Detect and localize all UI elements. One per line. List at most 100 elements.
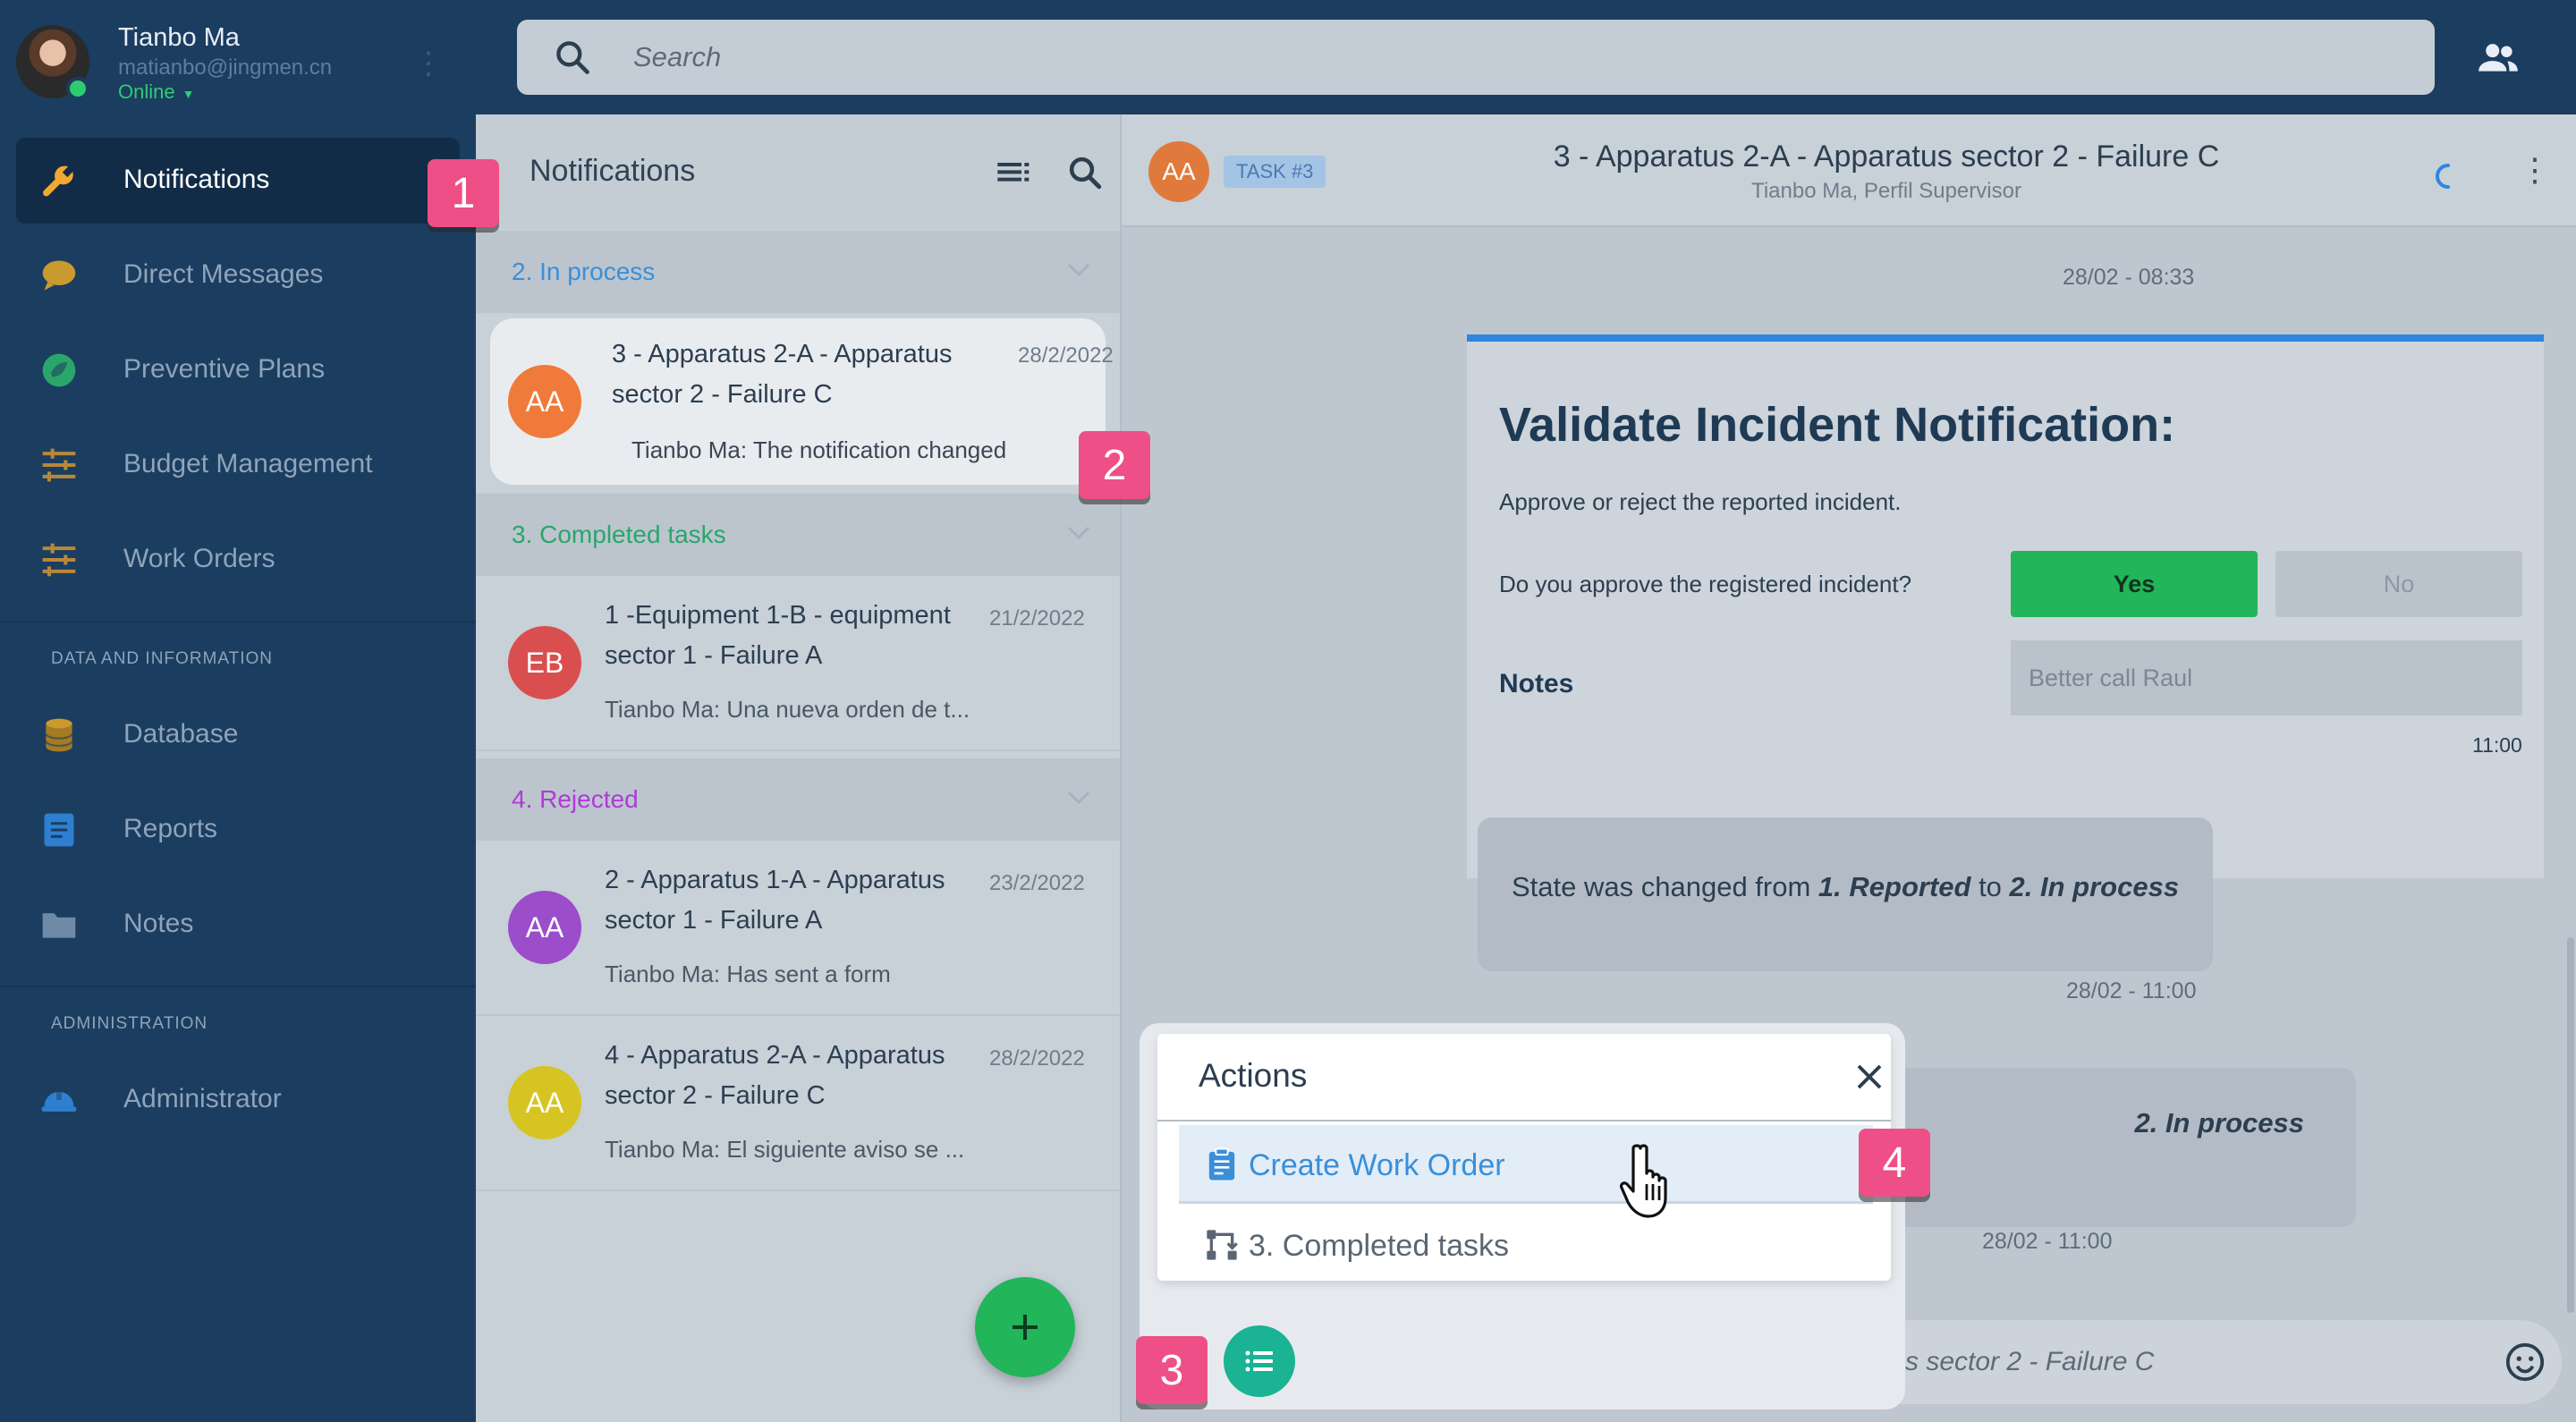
notification-preview: Tianbo Ma: Has sent a form — [605, 961, 891, 987]
state-to: 2. In process — [2009, 871, 2180, 902]
database-icon — [45, 718, 73, 752]
sidebar-item-label: Work Orders — [123, 544, 275, 573]
sidebar-item-preventive-plans[interactable]: Preventive Plans — [16, 327, 460, 413]
user-email: matianbo@jingmen.cn — [118, 55, 333, 80]
list-item[interactable]: AA 3 - Apparatus 2-A - Apparatus sector … — [490, 318, 1114, 485]
list-item[interactable]: EB 1 -Equipment 1-B - equipment sector 1… — [476, 576, 1120, 751]
notification-date: 23/2/2022 — [989, 871, 1085, 895]
group-label: 2. In process — [512, 258, 656, 285]
group-label: 3. Completed tasks — [512, 521, 726, 548]
sidebar-divider — [0, 986, 476, 987]
sidebar-item-database[interactable]: Database — [16, 692, 460, 778]
contacts-icon[interactable] — [2476, 36, 2521, 80]
filter-list-icon[interactable] — [995, 156, 1030, 191]
divider — [1157, 1120, 1891, 1122]
clipboard-icon — [1208, 1147, 1235, 1181]
sidebar-item-direct-messages[interactable]: Direct Messages — [16, 233, 460, 318]
form-description: Approve or reject the reported incident. — [1499, 488, 1902, 515]
search-icon[interactable] — [1066, 154, 1104, 191]
sidebar-item-label: Administrator — [123, 1084, 282, 1113]
actions-menu: Actions Create Work Order 3. Completed t… — [1157, 1034, 1891, 1281]
state-change-message: State was changed from 1. Reported to 2.… — [1478, 817, 2213, 971]
user-name: Tianbo Ma — [118, 23, 240, 52]
group-header-in-process[interactable]: 2. In process — [476, 231, 1120, 313]
action-completed-tasks[interactable]: 3. Completed tasks — [1179, 1206, 1873, 1284]
group-header-completed[interactable]: 3. Completed tasks — [476, 494, 1120, 576]
actions-title: Actions — [1199, 1057, 1308, 1094]
list-title: Notifications — [530, 154, 696, 188]
notes-field[interactable] — [2011, 640, 2522, 715]
sidebar-item-budget-management[interactable]: Budget Management — [16, 422, 460, 508]
chevron-down-icon — [1067, 526, 1090, 540]
sidebar-item-label: Database — [123, 719, 239, 749]
status-label: Online — [118, 80, 175, 103]
sidebar-section-heading: ADMINISTRATION — [51, 1014, 208, 1033]
sliders-icon — [42, 448, 76, 482]
sidebar-section-heading: DATA AND INFORMATION — [51, 649, 274, 668]
list-header: Notifications — [476, 114, 1120, 229]
actions-popup: Actions Create Work Order 3. Completed t… — [1140, 1023, 1905, 1409]
state-prefix: State was changed from — [1512, 871, 1818, 902]
emoji-icon[interactable] — [2504, 1342, 2546, 1383]
search-input[interactable] — [633, 20, 2333, 95]
avatar: AA — [508, 365, 581, 438]
notification-date: 21/2/2022 — [989, 606, 1085, 631]
state-from: 1. Reported — [1818, 871, 1971, 902]
list-item[interactable]: AA 4 - Apparatus 2-A - Apparatus sector … — [476, 1016, 1120, 1191]
message-timestamp: 28/02 - 11:00 — [2066, 978, 2197, 1003]
chevron-down-icon — [1067, 791, 1090, 805]
sidebar: Notifications Direct Messages Preventive… — [0, 114, 476, 1422]
search-bar[interactable] — [517, 20, 2435, 95]
notes-label: Notes — [1499, 669, 1574, 698]
step-marker-1: 1 — [428, 159, 499, 227]
yes-button[interactable]: Yes — [2011, 551, 2258, 617]
more-options-icon[interactable]: ⋮ — [2519, 154, 2551, 186]
no-button[interactable]: No — [2275, 551, 2522, 617]
sidebar-item-label: Reports — [123, 814, 218, 843]
scrollbar[interactable] — [2567, 937, 2574, 1313]
notification-title: 1 -Equipment 1-B - equipment sector 1 - … — [605, 601, 951, 670]
user-profile[interactable]: Tianbo Ma matianbo@jingmen.cn Online ▼ ⋮ — [16, 21, 444, 107]
sidebar-item-label: Notes — [123, 909, 194, 938]
avatar: AA — [508, 891, 581, 964]
status-dropdown[interactable]: Online ▼ — [118, 80, 194, 104]
sidebar-item-work-orders[interactable]: Work Orders — [16, 517, 460, 603]
wrench-icon — [43, 165, 73, 197]
chat-title: 3 - Apparatus 2-A - Apparatus sector 2 -… — [1553, 140, 2220, 174]
online-status-dot — [66, 77, 89, 100]
sidebar-item-administrator[interactable]: Administrator — [16, 1057, 460, 1143]
sidebar-item-notifications[interactable]: Notifications — [16, 138, 460, 224]
action-label: 3. Completed tasks — [1249, 1229, 1510, 1263]
report-icon — [44, 813, 74, 847]
list-item[interactable]: AA 2 - Apparatus 1-A - Apparatus sector … — [476, 841, 1120, 1016]
chevron-down-icon: ▼ — [182, 87, 195, 101]
chevron-down-icon — [1067, 263, 1090, 277]
sidebar-item-reports[interactable]: Reports — [16, 787, 460, 873]
plus-icon — [1013, 1315, 1038, 1340]
notification-preview: Tianbo Ma: El siguiente aviso se ... — [605, 1136, 965, 1163]
close-icon[interactable] — [1853, 1061, 1885, 1093]
notification-date: 28/2/2022 — [1018, 343, 1114, 368]
group-label: 4. Rejected — [512, 785, 639, 813]
notification-date: 28/2/2022 — [989, 1046, 1085, 1071]
group-header-rejected[interactable]: 4. Rejected — [476, 758, 1120, 841]
notifications-list-panel: Notifications 2. In process AA 3 - Appar… — [476, 114, 1120, 1422]
sidebar-item-notes[interactable]: Notes — [16, 882, 460, 968]
step-marker-4: 4 — [1859, 1129, 1930, 1197]
action-create-work-order[interactable]: Create Work Order — [1179, 1125, 1873, 1204]
message-timestamp: 28/02 - 08:33 — [2063, 265, 2195, 290]
notification-title: 2 - Apparatus 1-A - Apparatus sector 1 -… — [605, 866, 945, 935]
step-marker-3: 3 — [1136, 1336, 1208, 1404]
add-button[interactable] — [975, 1277, 1075, 1377]
avatar: EB — [508, 626, 581, 699]
chat-header: AA TASK #3 3 - Apparatus 2-A - Apparatus… — [1122, 114, 2576, 227]
action-label: Create Work Order — [1249, 1148, 1505, 1182]
top-bar: Tianbo Ma matianbo@jingmen.cn Online ▼ ⋮ — [0, 0, 2576, 114]
helmet-icon — [41, 1088, 77, 1112]
more-options-icon[interactable]: ⋮ — [413, 48, 444, 79]
sidebar-item-label: Notifications — [123, 165, 270, 194]
message-timestamp: 28/02 - 11:00 — [1982, 1229, 2113, 1254]
sidebar-item-label: Budget Management — [123, 449, 373, 478]
sidebar-divider — [0, 621, 476, 622]
actions-menu-button[interactable] — [1224, 1325, 1295, 1397]
